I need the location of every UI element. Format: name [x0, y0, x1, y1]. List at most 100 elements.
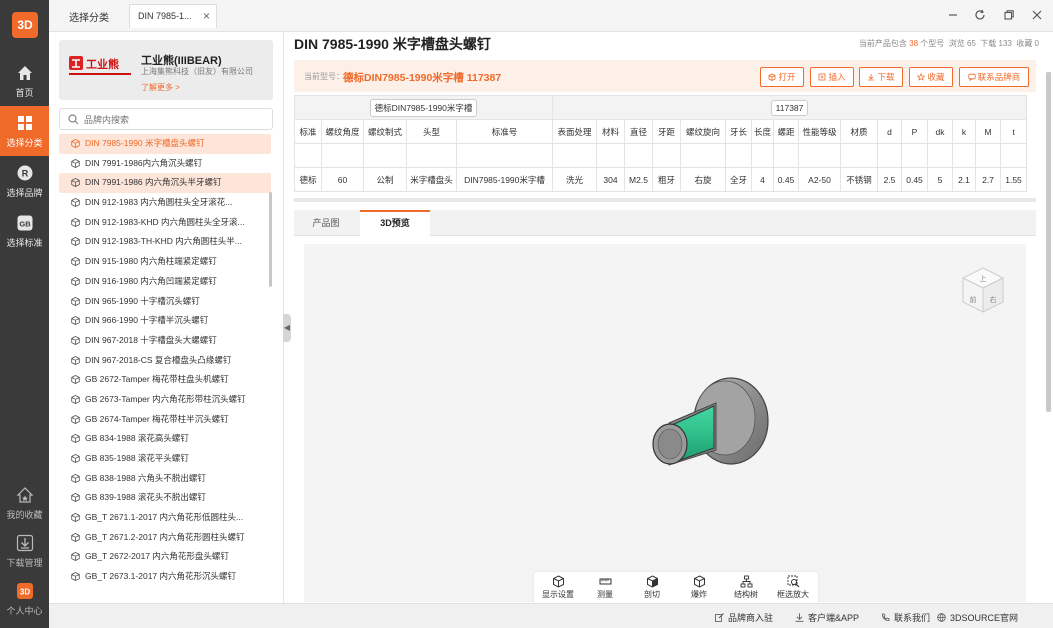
spec-filter-cell[interactable] — [552, 143, 597, 168]
rail-item-label: 首页 — [15, 88, 34, 98]
viewcube-top: 上 — [980, 274, 987, 283]
spec-filter-cell[interactable] — [624, 143, 653, 168]
contact-us-link[interactable]: 联系我们 — [881, 611, 930, 624]
spec-filter-cell[interactable] — [952, 143, 977, 168]
learn-more-link[interactable]: 了解更多 > — [141, 82, 180, 93]
display-settings-button[interactable]: 显示设置 — [537, 575, 579, 600]
download-button[interactable]: 下载 — [859, 67, 903, 87]
restore-window-icon[interactable] — [1002, 8, 1016, 22]
client-app-link[interactable]: 客户端&APP — [795, 611, 859, 624]
list-item[interactable]: DIN 7991-1986 内六角沉头半牙螺钉 — [59, 173, 271, 194]
list-item[interactable]: DIN 965-1990 十字槽沉头螺钉 — [59, 292, 271, 312]
spec-filter-cell[interactable] — [1000, 143, 1028, 168]
spec-table: 德标DIN7985-1990米字槽 117387 标准 螺纹角度 螺纹制式 头型 标准号… — [294, 95, 1028, 192]
cube-icon — [71, 178, 80, 188]
collapse-panel-button[interactable]: ◀ — [283, 314, 291, 342]
main-scroll-thumb[interactable] — [1046, 72, 1051, 412]
minimize-icon[interactable] — [946, 8, 960, 22]
main-vertical-scrollbar[interactable] — [1046, 72, 1051, 412]
list-item[interactable]: GB 2673-Tamper 内六角花形带柱沉头螺钉 — [59, 390, 271, 410]
spec-filter-cell[interactable] — [840, 143, 879, 168]
refresh-icon[interactable] — [973, 8, 987, 22]
cube-icon — [71, 552, 80, 562]
insert-button[interactable]: 插入 — [810, 67, 854, 87]
spec-filter-cell[interactable] — [652, 143, 681, 168]
list-item[interactable]: GB 2674-Tamper 梅花带柱半沉头螺钉 — [59, 410, 271, 430]
3d-viewer[interactable]: 上 前 右 显示设置 测量 剖切 爆炸 结构树 框选放大 — [304, 244, 1026, 604]
brand-join-link[interactable]: 品牌商入驻 — [715, 611, 773, 624]
favorite-button[interactable]: 收藏 — [909, 67, 953, 87]
display-settings-label: 显示设置 — [542, 590, 574, 599]
spec-filter-cell[interactable] — [798, 143, 842, 168]
list-item[interactable]: DIN 966-1990 十字槽半沉头螺钉 — [59, 311, 271, 331]
list-item[interactable]: GB 839-1988 滚花头不脱出螺钉 — [59, 488, 271, 508]
spec-filter-cell[interactable] — [773, 143, 800, 168]
section-cut-icon — [646, 575, 658, 588]
list-item[interactable]: GB 2672-Tamper 梅花带柱盘头机螺钉 — [59, 370, 271, 390]
tab-product-image[interactable]: 产品图 — [294, 210, 358, 236]
table-horizontal-scrollbar[interactable] — [294, 198, 1036, 202]
spec-filter-cell[interactable] — [725, 143, 752, 168]
list-item[interactable]: DIN 915-1980 内六角柱端紧定螺钉 — [59, 252, 271, 272]
contact-brand-button[interactable]: 联系品牌商 — [959, 67, 1029, 87]
section-button[interactable]: 剖切 — [631, 575, 673, 600]
measure-button[interactable]: 测量 — [584, 575, 626, 600]
tab-categories[interactable]: 选择分类 — [69, 9, 109, 24]
rail-item-categories[interactable]: 选择分类 — [0, 106, 49, 156]
close-window-icon[interactable] — [1030, 8, 1044, 22]
list-item[interactable]: DIN 7991-1986内六角沉头螺钉 — [59, 154, 271, 174]
spec-filter-cell[interactable] — [975, 143, 1002, 168]
list-item[interactable]: DIN 912-1983-KHD 内六角圆柱头全牙滚... — [59, 213, 271, 233]
rail-item-home[interactable]: 首页 — [0, 56, 49, 106]
list-item[interactable]: DIN 7985-1990 米字槽盘头螺钉 — [59, 134, 271, 154]
spec-filter-cell[interactable] — [321, 143, 364, 168]
zoom-box-button[interactable]: 框选放大 — [772, 575, 814, 600]
explode-button[interactable]: 爆炸 — [678, 575, 720, 600]
list-item[interactable]: DIN 912-1983-TH-KHD 内六角圆柱头半... — [59, 232, 271, 252]
list-item[interactable]: GB 835-1988 滚花平头螺钉 — [59, 449, 271, 469]
spec-filter-cell[interactable] — [927, 143, 954, 168]
list-item[interactable]: DIN 912-1983 内六角圆柱头全牙滚花... — [59, 193, 271, 213]
viewcube-icon[interactable]: 上 前 右 — [958, 264, 1008, 318]
list-item[interactable]: DIN 967-2018 十字槽盘头大螺螺钉 — [59, 331, 271, 351]
tab-3d-preview[interactable]: 3D预览 — [360, 210, 430, 236]
spec-filter-cell[interactable] — [750, 143, 775, 168]
spec-filter-cell[interactable] — [596, 143, 625, 168]
list-item[interactable]: GB_T 2673.1-2017 内六角花形沉头螺钉 — [59, 567, 271, 587]
list-item[interactable]: GB 834-1988 滚花高头螺钉 — [59, 429, 271, 449]
spec-value-row[interactable]: 德标 60 公制 米字槽盘头 DIN7985-1990米字槽 洗光 304 M2.5 粗牙 右旋全… — [294, 167, 1028, 192]
search-input[interactable] — [84, 112, 264, 127]
spec-filter-cell[interactable] — [680, 143, 726, 168]
spec-filter-cell[interactable] — [877, 143, 903, 168]
tab-product-label: DIN 7985-1... — [138, 11, 192, 21]
close-tab-icon[interactable]: × — [203, 5, 210, 27]
brand-card[interactable]: 工业熊 工业熊(IIIBEAR) 上海集熊科技（旧友）有限公司 了解更多 > — [59, 40, 273, 100]
list-item[interactable]: GB_T 2672-2017 内六角花形盘头螺钉 — [59, 547, 271, 567]
spec-filter-cell[interactable] — [406, 143, 457, 168]
tab-product[interactable]: DIN 7985-1... × — [129, 4, 217, 28]
rail-item-standards[interactable]: GB 选择标准 — [0, 206, 49, 256]
spec-filter-cell[interactable] — [294, 143, 322, 168]
official-site-link[interactable]: 3DSOURCE官网 — [937, 611, 1018, 624]
list-item-label: DIN 967-2018-CS 复合槽盘头凸缘螺钉 — [85, 354, 232, 365]
open-button[interactable]: 打开 — [760, 67, 804, 87]
list-item[interactable]: GB_T 2671.1-2017 内六角花形低圆柱头... — [59, 508, 271, 528]
cube-icon — [71, 316, 80, 326]
list-item[interactable]: DIN 967-2018-CS 复合槽盘头凸缘螺钉 — [59, 351, 271, 371]
rail-item-profile[interactable]: 3D 个人中心 — [0, 574, 49, 624]
brand-search[interactable] — [59, 108, 273, 130]
rail-item-downloads[interactable]: 下载管理 — [0, 526, 49, 576]
spec-value-cell: M2.5 — [624, 167, 653, 192]
spec-filter-cell[interactable] — [363, 143, 407, 168]
spec-filter-cell[interactable] — [901, 143, 929, 168]
rail-item-brands[interactable]: R 选择品牌 — [0, 156, 49, 206]
3d-model-screw[interactable] — [634, 368, 784, 494]
list-item[interactable]: DIN 916-1980 内六角凹端紧定螺钉 — [59, 272, 271, 292]
spec-filter-cell[interactable] — [456, 143, 553, 168]
list-scrollbar[interactable] — [269, 192, 272, 287]
list-item[interactable]: GB 838-1988 六角头不脱出螺钉 — [59, 469, 271, 489]
list-item[interactable]: GB_T 2671.2-2017 内六角花形圆柱头螺钉 — [59, 528, 271, 548]
spec-value-cell: 右旋 — [680, 167, 726, 192]
rail-item-favorites[interactable]: 我的收藏 — [0, 478, 49, 528]
structure-tree-button[interactable]: 结构树 — [725, 575, 767, 600]
